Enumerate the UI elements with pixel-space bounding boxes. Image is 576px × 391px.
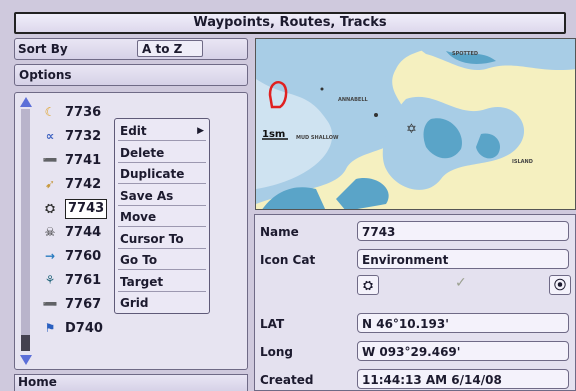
bird-icon: ➹: [44, 177, 56, 191]
menu-item-edit[interactable]: Edit ▶: [118, 121, 206, 141]
menu-item-label: Grid: [120, 296, 149, 310]
sort-by-dropdown[interactable]: A to Z: [137, 40, 203, 57]
waypoint-name: 7761: [65, 273, 102, 288]
waypoint-name: 7767: [65, 297, 102, 312]
menu-item-grid[interactable]: Grid: [118, 293, 206, 313]
waypoint-name: 7741: [65, 153, 102, 168]
menu-item-label: Delete: [120, 145, 165, 160]
detail-created-row: Created 11:44:13 AM 6/14/08: [255, 367, 576, 391]
waypoint-row[interactable]: ➖ 7741: [41, 149, 102, 171]
moon-icon: ☾: [44, 105, 56, 119]
waypoint-name: 7736: [65, 105, 102, 120]
waypoint-row[interactable]: ☠ 7744: [41, 221, 102, 243]
menu-item-target[interactable]: Target: [118, 272, 206, 292]
chart-map-graphic: 1sm ✡ ANNABELL SPOTTED ISLAND MUD SHALLO…: [256, 39, 575, 209]
waypoint-row[interactable]: → 7760: [41, 245, 101, 267]
svg-text:SPOTTED: SPOTTED: [452, 51, 478, 57]
tree-icon: ⚘: [44, 273, 56, 287]
scroll-thumb[interactable]: [21, 335, 30, 351]
window-title: Waypoints, Routes, Tracks: [14, 12, 566, 34]
waypoint-row[interactable]: ☾ 7736: [41, 101, 102, 123]
fish-red-icon: ➖: [42, 297, 58, 311]
svg-text:✡: ✡: [406, 122, 417, 137]
name-field[interactable]: 7743: [357, 221, 569, 241]
name-label: Name: [260, 225, 299, 239]
waypoint-name: 7760: [65, 249, 102, 264]
waypoint-row[interactable]: ➖ 7767: [41, 293, 102, 315]
home-bar[interactable]: Home: [14, 374, 248, 391]
waypoint-row[interactable]: ➹ 7742: [41, 173, 101, 195]
menu-item-label: Go To: [120, 253, 158, 267]
check-icon: ✓: [455, 275, 467, 291]
fish-school-icon: ➖: [42, 153, 58, 167]
target-icon[interactable]: ⦿: [549, 275, 571, 295]
scroll-up-icon[interactable]: [20, 97, 32, 107]
submenu-arrow-icon: ▶: [197, 126, 204, 136]
waypoint-row[interactable]: ⛭ 7743: [41, 197, 108, 219]
skull-icon: ☠: [44, 225, 56, 239]
menu-item-label: Cursor To: [120, 231, 184, 246]
long-field[interactable]: W 093°29.469': [357, 341, 569, 361]
waypoint-details: Name 7743 Icon Cat Environment ⛭ ✓ ⦿ LAT…: [254, 214, 576, 391]
waypoint-name: 7742: [65, 177, 102, 192]
menu-item-label: Save As: [120, 188, 174, 203]
scroll-track[interactable]: [21, 109, 30, 349]
lat-field[interactable]: N 46°10.193': [357, 313, 569, 333]
menu-item-move[interactable]: Move: [118, 207, 206, 227]
menu-item-save-as[interactable]: Save As: [118, 186, 206, 206]
scroll-down-icon[interactable]: [20, 355, 32, 365]
svg-text:ISLAND: ISLAND: [512, 159, 533, 165]
waypoint-row[interactable]: ⚑ D740: [41, 317, 103, 339]
waypoint-name: 7744: [65, 225, 102, 240]
list-scrollbar[interactable]: [19, 97, 33, 365]
icon-cat-field[interactable]: Environment: [357, 249, 569, 269]
fish-icon: ∝: [45, 129, 55, 143]
lat-label: LAT: [260, 317, 285, 331]
menu-item-delete[interactable]: Delete: [118, 143, 206, 163]
detail-name-row: Name 7743: [255, 219, 576, 243]
waypoint-name: 7732: [65, 129, 102, 144]
created-label: Created: [260, 373, 314, 387]
waypoint-row[interactable]: ⚘ 7761: [41, 269, 102, 291]
svg-text:ANNABELL: ANNABELL: [338, 97, 369, 103]
waypoint-row[interactable]: ∝ 7732: [41, 125, 101, 147]
menu-item-label: Edit: [120, 124, 147, 138]
options-bar[interactable]: Options: [14, 64, 248, 86]
detail-long-row: Long W 093°29.469': [255, 339, 576, 363]
menu-item-label: Duplicate: [120, 167, 185, 181]
detail-iconcat-row: Icon Cat Environment: [255, 247, 576, 271]
menu-item-go-to[interactable]: Go To: [118, 250, 206, 270]
menu-item-cursor-to[interactable]: Cursor To: [118, 229, 206, 249]
svg-text:MUD SHALLOW: MUD SHALLOW: [296, 135, 339, 141]
long-label: Long: [260, 345, 294, 359]
environment-icon[interactable]: ⛭: [357, 275, 379, 295]
waypoint-name: D740: [65, 321, 103, 336]
menu-item-label: Move: [120, 210, 157, 224]
context-menu[interactable]: Edit ▶ Delete Duplicate Save As Move Cursor To…: [114, 118, 210, 314]
environment-icon: ⛭: [45, 201, 55, 215]
menu-item-duplicate[interactable]: Duplicate: [118, 164, 206, 184]
sort-by-label: Sort By: [18, 42, 68, 56]
arrow-icon: →: [44, 249, 56, 263]
menu-item-label: Target: [120, 274, 164, 289]
icon-cat-label: Icon Cat: [260, 253, 316, 267]
flag-icon: ⚑: [44, 321, 56, 335]
created-field: 11:44:13 AM 6/14/08: [357, 369, 569, 389]
sort-by-row[interactable]: Sort By A to Z: [14, 38, 248, 60]
detail-lat-row: LAT N 46°10.193': [255, 311, 576, 335]
chart-map[interactable]: 1sm ✡ ANNABELL SPOTTED ISLAND MUD SHALLO…: [255, 38, 576, 210]
waypoint-name: 7743: [65, 199, 108, 219]
